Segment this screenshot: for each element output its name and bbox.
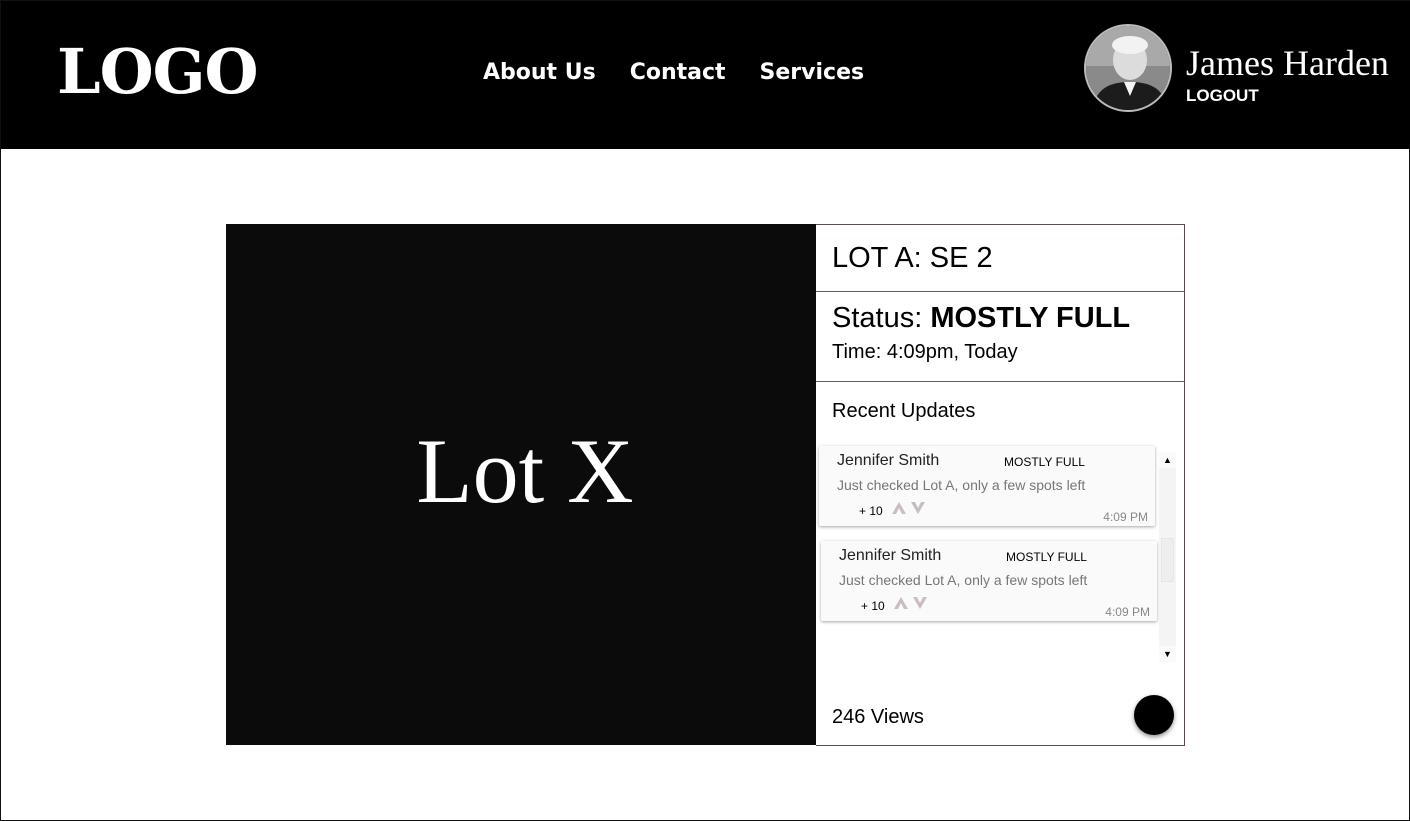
header: LOGO About Us Contact Services James Har… <box>1 1 1410 149</box>
chevron-down-icon[interactable] <box>910 501 926 515</box>
scroll-up-arrow-icon[interactable]: ▲ <box>1159 452 1176 468</box>
chevron-down-icon[interactable] <box>912 596 928 610</box>
update-author: Jennifer Smith <box>837 452 940 469</box>
chevron-up-icon[interactable] <box>893 596 909 610</box>
status-time: Time: 4:09pm, Today <box>832 341 1018 363</box>
divider <box>816 291 1184 292</box>
recent-updates-title: Recent Updates <box>832 400 976 422</box>
lot-image-label: Lot X <box>416 419 634 522</box>
update-time: 4:09 PM <box>1105 605 1150 619</box>
nav-contact[interactable]: Contact <box>630 57 726 89</box>
lot-detail-panel: LOT A: SE 2 Status: MOSTLY FULL Time: 4:… <box>816 224 1185 746</box>
status-line: Status: MOSTLY FULL <box>832 300 1130 336</box>
vote-score: + 10 <box>861 599 885 613</box>
update-status: MOSTLY FULL <box>1006 550 1087 564</box>
update-message: Just checked Lot A, only a few spots lef… <box>837 477 1086 493</box>
status-prefix: Status: <box>832 302 923 334</box>
update-card[interactable]: Jennifer Smith MOSTLY FULL Just checked … <box>819 446 1155 526</box>
logo[interactable]: LOGO <box>57 37 259 107</box>
nav-about-us[interactable]: About Us <box>483 57 596 89</box>
scroll-thumb[interactable] <box>1161 538 1174 582</box>
lot-image: Lot X <box>226 224 816 745</box>
update-status: MOSTLY FULL <box>1004 455 1085 469</box>
chevron-up-icon[interactable] <box>891 501 907 515</box>
vote-score: + 10 <box>859 504 883 518</box>
update-card[interactable]: Jennifer Smith MOSTLY FULL Just checked … <box>821 541 1157 621</box>
logout-button[interactable]: LOGOUT <box>1186 85 1259 107</box>
main-nav: About Us Contact Services <box>483 57 864 89</box>
update-author: Jennifer Smith <box>839 547 942 564</box>
scroll-track[interactable] <box>1159 468 1176 646</box>
status-value: MOSTLY FULL <box>930 302 1131 334</box>
view-count: 246 Views <box>832 706 924 728</box>
floating-action-button[interactable] <box>1134 695 1174 735</box>
lot-title: LOT A: SE 2 <box>832 242 993 274</box>
nav-services[interactable]: Services <box>760 57 865 89</box>
user-name: James Harden <box>1186 43 1389 83</box>
divider <box>816 381 1184 382</box>
scroll-down-arrow-icon[interactable]: ▼ <box>1159 646 1176 662</box>
update-message: Just checked Lot A, only a few spots lef… <box>839 572 1088 588</box>
updates-scrollbar[interactable]: ▲ ▼ <box>1159 452 1176 662</box>
avatar[interactable] <box>1084 24 1172 112</box>
update-time: 4:09 PM <box>1103 510 1148 524</box>
